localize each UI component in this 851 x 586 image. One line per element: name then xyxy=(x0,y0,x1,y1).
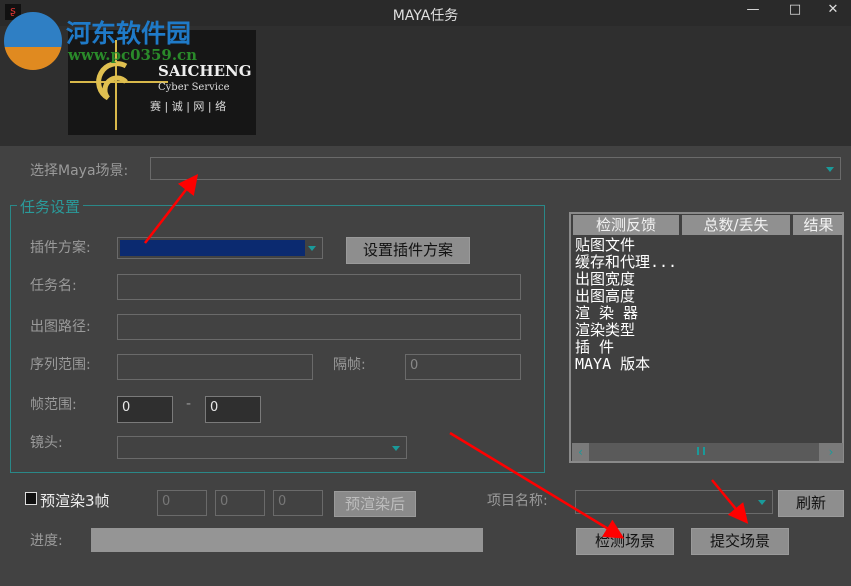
check-scene-button[interactable]: 检测场景 xyxy=(576,528,674,555)
camera-label: 镜头: xyxy=(30,432,63,452)
chevron-down-icon xyxy=(758,500,766,505)
watermark-url: www.pc0359.cn xyxy=(68,46,197,64)
scene-combobox[interactable] xyxy=(150,157,841,180)
scroll-right-icon[interactable]: › xyxy=(819,443,843,461)
plugin-combobox[interactable] xyxy=(117,237,323,259)
refresh-button[interactable]: 刷新 xyxy=(778,490,844,517)
column-header[interactable]: 总数/丢失 xyxy=(682,215,790,235)
maximize-button[interactable]: □ xyxy=(780,2,810,22)
sequence-label: 序列范围: xyxy=(30,354,91,374)
plugin-label: 插件方案: xyxy=(30,237,91,257)
task-settings-title: 任务设置 xyxy=(17,196,83,217)
project-name-combobox[interactable] xyxy=(575,490,773,514)
scene-label: 选择Maya场景: xyxy=(30,160,128,180)
close-button[interactable]: ✕ xyxy=(818,2,848,22)
project-name-label: 项目名称: xyxy=(487,490,548,510)
brand-cn: 赛 | 诚 | 网 | 络 xyxy=(150,98,226,114)
scroll-thumb-grip-icon[interactable] xyxy=(697,447,705,455)
list-item[interactable]: 缓存和代理... xyxy=(575,254,677,271)
prerender-label: 预渲染3帧 xyxy=(40,490,110,511)
frame-range-label: 帧范围: xyxy=(30,394,77,414)
sequence-input[interactable] xyxy=(117,354,313,380)
progress-label: 进度: xyxy=(30,530,63,550)
camera-combobox[interactable] xyxy=(117,436,407,459)
list-item[interactable]: 贴图文件 xyxy=(575,237,677,254)
horizontal-scrollbar[interactable]: ‹ › xyxy=(572,443,843,461)
minimize-button[interactable]: — xyxy=(738,2,768,22)
column-header[interactable]: 结果 xyxy=(793,215,844,235)
prerender-frame-input[interactable]: 0 xyxy=(215,490,265,516)
list-item[interactable]: 渲 染 器 xyxy=(575,305,677,322)
list-item[interactable]: 出图高度 xyxy=(575,288,677,305)
prerender-frame-input[interactable]: 0 xyxy=(273,490,323,516)
prerender-button[interactable]: 预渲染后 xyxy=(334,491,416,517)
output-path-input[interactable] xyxy=(117,314,521,340)
list-item[interactable]: 出图宽度 xyxy=(575,271,677,288)
task-name-label: 任务名: xyxy=(30,275,77,295)
list-item[interactable]: 渲染类型 xyxy=(575,322,677,339)
watermark-logo-icon xyxy=(4,12,62,70)
step-input[interactable]: 0 xyxy=(405,354,521,380)
column-header[interactable]: 检测反馈 xyxy=(573,215,679,235)
scroll-left-icon[interactable]: ‹ xyxy=(572,443,589,461)
set-plugin-button[interactable]: 设置插件方案 xyxy=(346,237,470,264)
brand-tagline: Cyber Service xyxy=(158,82,230,93)
prerender-checkbox[interactable] xyxy=(25,492,37,505)
frame-separator: - xyxy=(186,396,191,412)
feedback-list[interactable]: 检测反馈 总数/丢失 结果 贴图文件 缓存和代理... 出图宽度 出图高度 渲 … xyxy=(569,212,844,463)
submit-scene-button[interactable]: 提交场景 xyxy=(691,528,789,555)
frame-end-input[interactable]: 0 xyxy=(205,396,261,423)
chevron-down-icon xyxy=(308,246,316,251)
chevron-down-icon xyxy=(392,446,400,451)
output-path-label: 出图路径: xyxy=(30,316,91,336)
logo-header: SAICHENG Cyber Service 赛 | 诚 | 网 | 络 河东软… xyxy=(0,26,851,146)
watermark-text: 河东软件园 xyxy=(66,14,191,50)
list-item[interactable]: 插 件 xyxy=(575,339,677,356)
brand-name: SAICHENG xyxy=(158,62,252,80)
plugin-value xyxy=(120,240,305,256)
list-item[interactable]: MAYA 版本 xyxy=(575,356,677,373)
step-label: 隔帧: xyxy=(333,354,366,374)
chevron-down-icon xyxy=(826,167,834,172)
prerender-frame-input[interactable]: 0 xyxy=(157,490,207,516)
task-name-input[interactable] xyxy=(117,274,521,300)
frame-start-input[interactable]: 0 xyxy=(117,396,173,423)
progress-bar xyxy=(91,528,483,552)
